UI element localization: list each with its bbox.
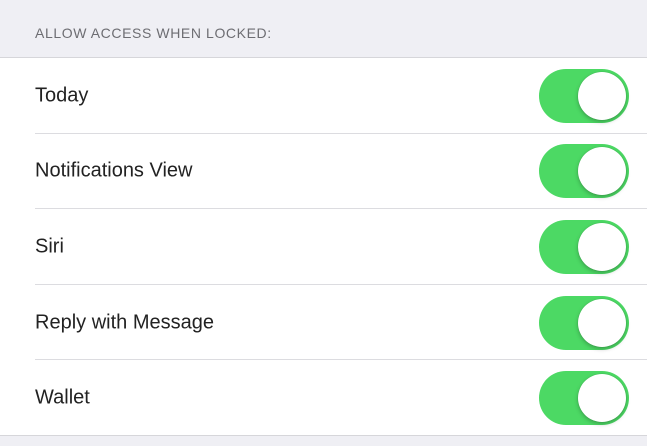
- settings-row-siri: Siri: [0, 209, 647, 285]
- toggle-notifications-view[interactable]: [539, 144, 629, 199]
- toggle-siri[interactable]: [539, 219, 629, 274]
- toggle-today[interactable]: [539, 68, 629, 123]
- toggle-knob: [578, 71, 626, 120]
- toggle-knob: [578, 374, 626, 423]
- settings-list: Today Notifications View Siri Reply with…: [0, 58, 647, 436]
- toggle-knob: [578, 298, 626, 347]
- row-label-today: Today: [35, 84, 89, 107]
- row-label-wallet: Wallet: [35, 386, 90, 409]
- settings-row-today: Today: [0, 58, 647, 134]
- toggle-knob: [578, 147, 626, 196]
- toggle-wallet[interactable]: [539, 371, 629, 426]
- section-header-label: ALLOW ACCESS WHEN LOCKED:: [35, 25, 272, 41]
- row-label-siri: Siri: [35, 235, 64, 258]
- toggle-reply-with-message[interactable]: [539, 295, 629, 350]
- section-header: ALLOW ACCESS WHEN LOCKED:: [0, 0, 647, 58]
- settings-screen: ALLOW ACCESS WHEN LOCKED: Today Notifica…: [0, 0, 647, 446]
- settings-row-wallet: Wallet: [0, 360, 647, 436]
- settings-row-reply-with-message: Reply with Message: [0, 285, 647, 361]
- row-label-reply-with-message: Reply with Message: [35, 311, 214, 334]
- settings-row-notifications-view: Notifications View: [0, 134, 647, 210]
- toggle-knob: [578, 222, 626, 271]
- row-label-notifications-view: Notifications View: [35, 159, 193, 182]
